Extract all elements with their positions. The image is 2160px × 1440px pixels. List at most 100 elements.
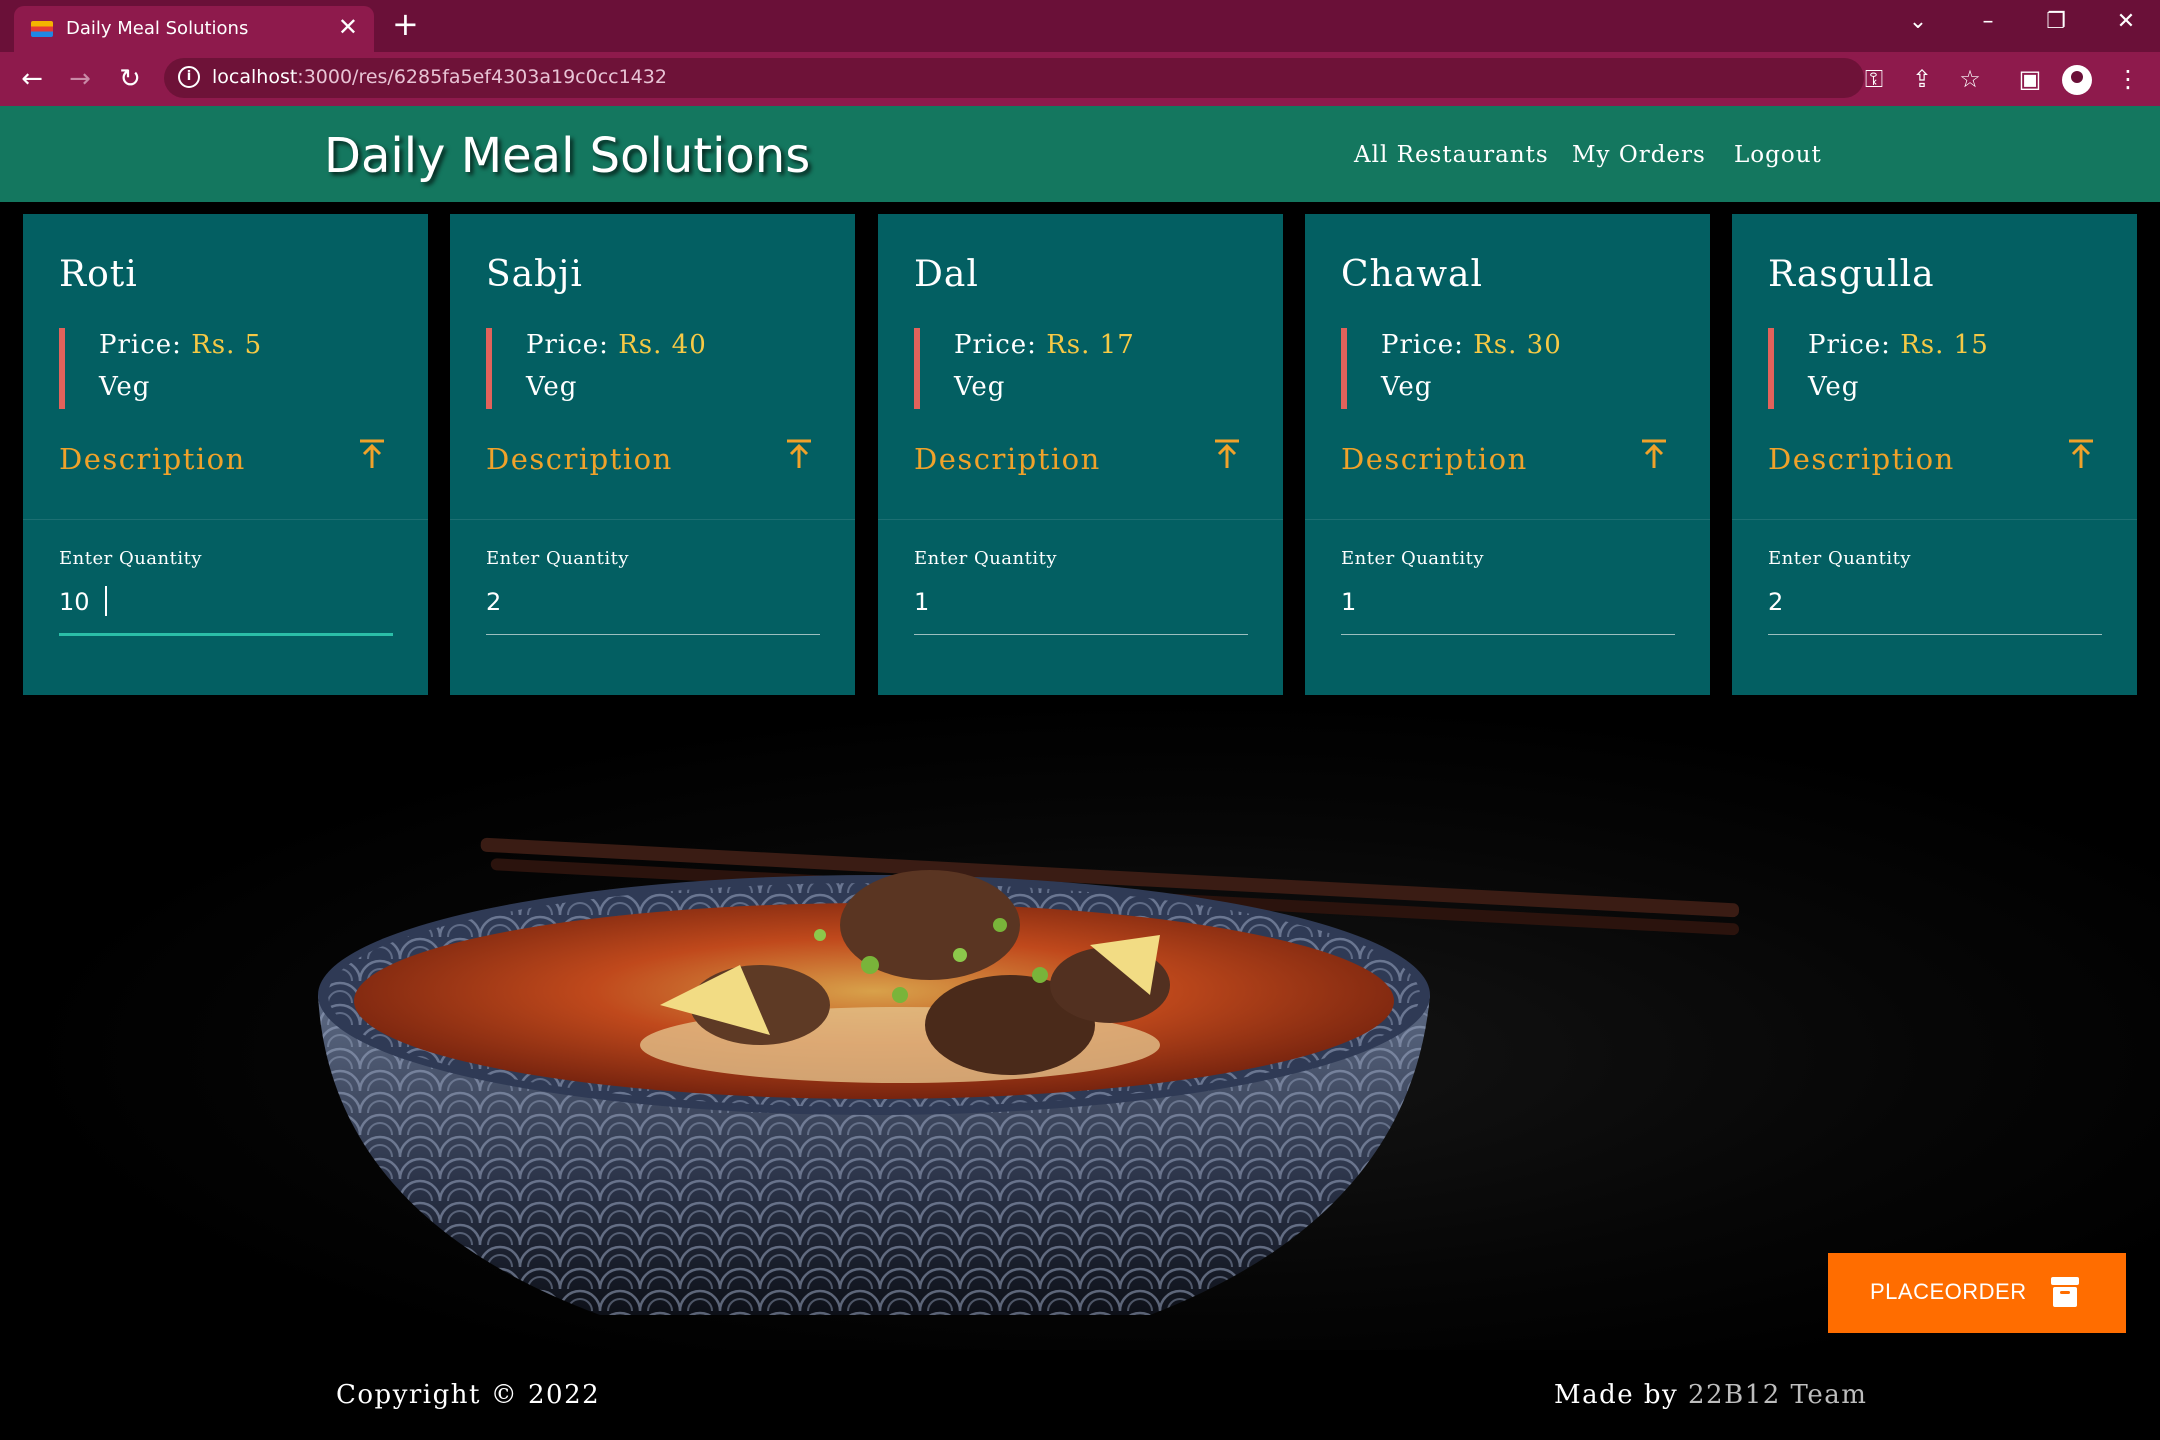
meal-card: Sabji Price: Rs. 40 Veg Description Ente… xyxy=(450,214,855,695)
close-window-icon[interactable]: ✕ xyxy=(2106,8,2146,36)
accent-bar xyxy=(914,328,920,409)
card-divider xyxy=(1732,519,2137,520)
price-value: Rs. 5 xyxy=(191,330,263,360)
expand-up-icon[interactable] xyxy=(1640,438,1668,470)
team-name: 22B12 Team xyxy=(1688,1380,1868,1410)
price-label: Price: xyxy=(1381,330,1464,360)
browser-tab[interactable]: Daily Meal Solutions ✕ xyxy=(14,6,374,52)
meal-name: Dal xyxy=(914,254,979,295)
price-label: Price: xyxy=(526,330,609,360)
nav-all-restaurants[interactable]: All Restaurants xyxy=(1354,142,1549,168)
price-value: Rs. 15 xyxy=(1900,330,1989,360)
key-icon[interactable]: ⚿ xyxy=(1856,61,1892,97)
accent-bar xyxy=(1341,328,1347,409)
card-divider xyxy=(1305,519,1710,520)
quantity-input[interactable] xyxy=(1768,584,2102,620)
price-value: Rs. 40 xyxy=(618,330,707,360)
meal-card: Roti Price: Rs. 5 Veg Description Enter … xyxy=(23,214,428,695)
meal-type: Veg xyxy=(1808,372,1860,402)
url-text[interactable]: localhost:3000/res/6285fa5ef4303a19c0cc1… xyxy=(212,66,667,88)
forward-icon[interactable]: → xyxy=(62,61,98,97)
meal-card: Dal Price: Rs. 17 Veg Description Enter … xyxy=(878,214,1283,695)
tab-title: Daily Meal Solutions xyxy=(66,18,249,39)
quantity-input[interactable] xyxy=(1341,584,1675,620)
price-value: Rs. 17 xyxy=(1046,330,1135,360)
meal-type: Veg xyxy=(99,372,151,402)
accent-bar xyxy=(1768,328,1774,409)
meal-price: Price: Rs. 17 xyxy=(954,330,1135,360)
restore-icon[interactable]: ❐ xyxy=(2036,8,2076,36)
meal-type: Veg xyxy=(1381,372,1433,402)
nav-logout[interactable]: Logout xyxy=(1734,142,1822,168)
quantity-input[interactable] xyxy=(486,584,820,620)
made-by-text: Made by 22B12 Team xyxy=(1554,1380,1867,1410)
meal-price: Price: Rs. 40 xyxy=(526,330,707,360)
back-icon[interactable]: ← xyxy=(14,61,50,97)
quantity-label: Enter Quantity xyxy=(59,548,203,569)
description-toggle[interactable]: Description xyxy=(59,442,246,476)
description-toggle[interactable]: Description xyxy=(1341,442,1528,476)
meal-card: Rasgulla Price: Rs. 15 Veg Description E… xyxy=(1732,214,2137,695)
star-icon[interactable]: ☆ xyxy=(1952,61,1988,97)
copyright-text: Copyright © 2022 xyxy=(336,1380,601,1410)
browser-tab-strip: Daily Meal Solutions ✕ + ⌄ – ❐ ✕ xyxy=(0,0,2160,52)
url-path: :3000/res/6285fa5ef4303a19c0cc1432 xyxy=(297,66,667,88)
page-footer: Copyright © 2022 Made by 22B12 Team xyxy=(0,1350,2160,1440)
input-underline xyxy=(914,634,1248,635)
quantity-label: Enter Quantity xyxy=(1768,548,1912,569)
description-toggle[interactable]: Description xyxy=(486,442,673,476)
share-icon[interactable]: ⇪ xyxy=(1904,61,1940,97)
meal-name: Rasgulla xyxy=(1768,254,1935,295)
quantity-input[interactable] xyxy=(59,584,393,620)
close-tab-icon[interactable]: ✕ xyxy=(338,15,358,39)
expand-up-icon[interactable] xyxy=(785,438,813,470)
profile-avatar[interactable] xyxy=(2062,65,2092,95)
place-order-button[interactable]: PLACEORDER xyxy=(1828,1253,2126,1333)
meal-price: Price: Rs. 15 xyxy=(1808,330,1989,360)
quantity-label: Enter Quantity xyxy=(914,548,1058,569)
menu-dots-icon[interactable]: ⋮ xyxy=(2110,61,2146,97)
card-divider xyxy=(878,519,1283,520)
quantity-input[interactable] xyxy=(914,584,1248,620)
input-underline xyxy=(1341,634,1675,635)
meal-type: Veg xyxy=(526,372,578,402)
input-underline xyxy=(486,634,820,635)
quantity-label: Enter Quantity xyxy=(1341,548,1485,569)
app-header: Daily Meal Solutions All Restaurants My … xyxy=(0,106,2160,202)
browser-toolbar: ← → ↻ i localhost:3000/res/6285fa5ef4303… xyxy=(0,52,2160,106)
accent-bar xyxy=(59,328,65,409)
place-order-label: PLACEORDER xyxy=(1870,1279,2027,1304)
expand-up-icon[interactable] xyxy=(358,438,386,470)
meal-card: Chawal Price: Rs. 30 Veg Description Ent… xyxy=(1305,214,1710,695)
input-underline xyxy=(59,633,393,636)
meal-name: Chawal xyxy=(1341,254,1483,295)
expand-up-icon[interactable] xyxy=(2067,438,2095,470)
meal-name: Sabji xyxy=(486,254,583,295)
tab-search-icon[interactable]: ⌄ xyxy=(1898,8,1938,36)
quantity-label: Enter Quantity xyxy=(486,548,630,569)
reload-icon[interactable]: ↻ xyxy=(112,61,148,97)
side-panel-icon[interactable]: ▣ xyxy=(2012,61,2048,97)
site-info-icon[interactable]: i xyxy=(178,66,200,88)
description-toggle[interactable]: Description xyxy=(914,442,1101,476)
url-host: localhost xyxy=(212,66,298,88)
new-tab-icon[interactable]: + xyxy=(392,8,419,40)
nav-my-orders[interactable]: My Orders xyxy=(1572,142,1706,168)
price-label: Price: xyxy=(99,330,182,360)
meal-price: Price: Rs. 30 xyxy=(1381,330,1562,360)
expand-up-icon[interactable] xyxy=(1213,438,1241,470)
description-toggle[interactable]: Description xyxy=(1768,442,1955,476)
input-underline xyxy=(1768,634,2102,635)
address-bar[interactable]: i localhost:3000/res/6285fa5ef4303a19c0c… xyxy=(164,58,1864,98)
price-value: Rs. 30 xyxy=(1473,330,1562,360)
minimize-icon[interactable]: – xyxy=(1968,8,2008,36)
card-divider xyxy=(23,519,428,520)
meal-type: Veg xyxy=(954,372,1006,402)
brand-title[interactable]: Daily Meal Solutions xyxy=(324,130,810,182)
text-caret xyxy=(105,586,107,616)
price-label: Price: xyxy=(954,330,1037,360)
accent-bar xyxy=(486,328,492,409)
noodle-bowl-illustration xyxy=(318,837,1740,1315)
meal-price: Price: Rs. 5 xyxy=(99,330,262,360)
price-label: Price: xyxy=(1808,330,1891,360)
